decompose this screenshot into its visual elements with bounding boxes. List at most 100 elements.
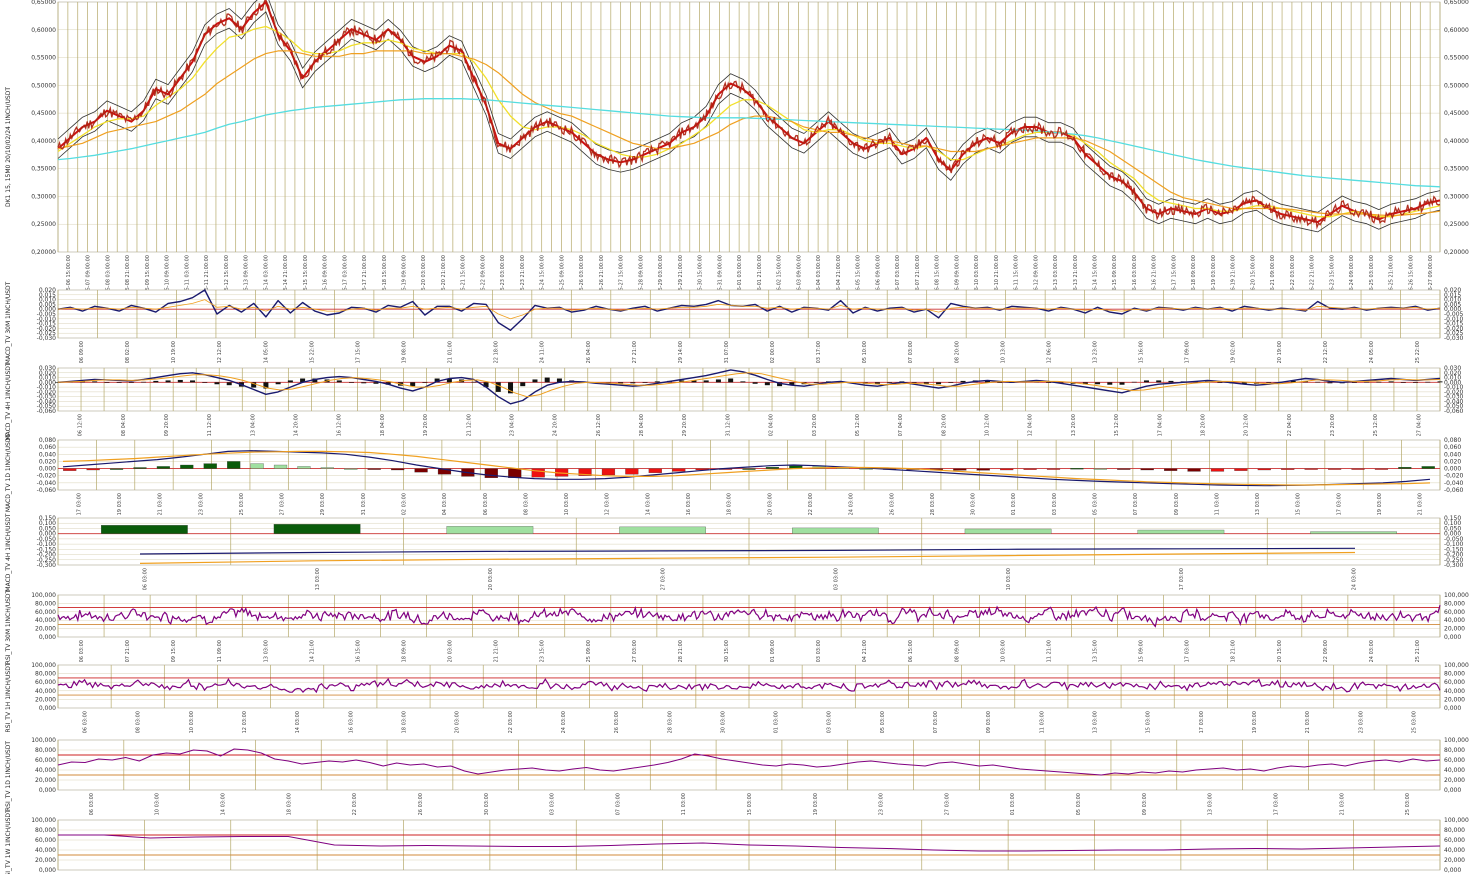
x-tick-label: 13 04:00	[250, 414, 256, 436]
y-tick-right: 20,000	[1444, 696, 1465, 703]
histogram-bar	[619, 526, 706, 534]
x-tick-label: 22 03:00	[352, 793, 358, 815]
x-tick-label: 26 03:00	[418, 793, 424, 815]
x-tick-label: 06 03:00	[483, 493, 489, 515]
x-tick-label: 15 09:00	[1139, 640, 1145, 662]
x-tick-label: 05 12:00	[855, 414, 861, 436]
x-tick-label: 28 03:00	[930, 493, 936, 515]
y-tick-right: 0,30000	[1444, 193, 1469, 200]
x-tick-label: 03 03:00	[833, 568, 839, 590]
x-tick-label: 17 03:00	[76, 493, 82, 515]
x-tick-label: 07 21:00	[125, 640, 131, 662]
y-tick-left: 80,000	[35, 600, 56, 607]
x-tick-label: 02 00:00	[770, 341, 776, 363]
y-tick-left: 80,000	[35, 827, 56, 834]
x-tick-label: 03 17:00	[816, 341, 822, 363]
y-tick-right: 0,45000	[1444, 110, 1469, 117]
y-tick-right: 0,040	[1444, 451, 1461, 458]
panel-side-label: MACD_TV 30M 1INCH/USDT	[5, 281, 12, 364]
x-tick-label: 01 03:00	[1011, 493, 1017, 515]
y-tick-left: 0,45000	[31, 110, 56, 117]
panel-side-label: RSI_TV 1W 1INCH/USDT	[5, 809, 12, 874]
x-tick-label: 05 03:00	[1076, 793, 1082, 815]
histogram-bar	[1217, 382, 1223, 383]
y-tick-right: 0,020	[1444, 458, 1461, 465]
x-tick-label: 09 20:00	[164, 414, 170, 436]
y-tick-right: 60,000	[1444, 757, 1465, 764]
x-tick-label: 22 04:00	[1287, 414, 1293, 436]
y-tick-left: 40,000	[35, 847, 56, 854]
histogram-bar	[1164, 468, 1178, 471]
histogram-bar	[1143, 380, 1149, 383]
histogram-bar	[202, 382, 208, 383]
y-tick-left: 80,000	[35, 747, 56, 754]
histogram-bar	[104, 382, 110, 383]
histogram-bar	[336, 380, 342, 383]
x-tick-label: 14 20:00	[294, 414, 300, 436]
y-tick-right: 60,000	[1444, 837, 1465, 844]
x-tick-label: 16 15:00	[355, 640, 361, 662]
x-tick-label: 17 03:00	[1199, 711, 1205, 733]
y-tick-right: 60,000	[1444, 679, 1465, 686]
x-tick-label: 24 03:00	[561, 711, 567, 733]
x-tick-label: 06 03:00	[142, 568, 148, 590]
x-tick-label: 07 03:00	[933, 711, 939, 733]
histogram-bar	[976, 468, 990, 471]
x-tick-label: 25 22:00	[1415, 341, 1421, 363]
x-tick-label: 01 03:00	[1010, 793, 1016, 815]
x-tick-label: 30 15:00	[724, 640, 730, 662]
y-tick-right: 80,000	[1444, 671, 1465, 678]
histogram-bar	[484, 468, 498, 479]
y-tick-left: 0,50000	[31, 82, 56, 89]
panel-side-label: MACD_TV 1D 1INCH/USDT	[5, 434, 12, 513]
histogram-bar	[177, 379, 183, 383]
x-tick-label: 12 03:00	[605, 493, 611, 515]
x-tick-label: 17 09:00	[1185, 341, 1191, 363]
x-tick-label: 25 09:00	[586, 640, 592, 662]
x-tick-label: 18 04:00	[380, 414, 386, 436]
x-tick-label: 06 12:00	[78, 414, 84, 436]
histogram-bar	[1398, 466, 1412, 469]
x-tick-label: 29 03:00	[320, 493, 326, 515]
y-tick-right: -0,060	[1444, 487, 1464, 494]
histogram-bar	[765, 466, 780, 469]
y-tick-right: 0,35000	[1444, 166, 1469, 173]
y-tick-left: 0,000	[39, 787, 56, 794]
histogram-bar	[227, 461, 241, 469]
histogram-bar	[471, 381, 477, 383]
x-tick-label: 26 03:00	[889, 493, 895, 515]
histogram-bar	[273, 524, 361, 534]
y-tick-right: 0,50000	[1444, 82, 1469, 89]
x-tick-label: 24 03:00	[849, 493, 855, 515]
histogram-bar	[742, 468, 756, 470]
x-tick-label: 08 20:00	[954, 341, 960, 363]
histogram-bar	[1093, 468, 1107, 470]
x-tick-label: 11 12:00	[207, 414, 213, 436]
x-tick-label: 27 04:00	[1416, 414, 1422, 436]
histogram-bar	[654, 381, 660, 383]
y-tick-right: 0,150	[1444, 515, 1461, 522]
histogram-bar	[141, 381, 147, 383]
histogram-bar	[997, 382, 1003, 383]
histogram-bar	[320, 467, 334, 469]
histogram-bar	[1000, 468, 1014, 471]
y-tick-left: 0,020	[39, 287, 56, 294]
histogram-bar	[1374, 468, 1389, 470]
histogram-bar	[792, 527, 879, 534]
x-tick-label: 27 03:00	[944, 793, 950, 815]
x-tick-label: 25 03:00	[1405, 793, 1411, 815]
histogram-bar	[116, 382, 122, 383]
x-tick-label: 08 20:00	[941, 414, 947, 436]
x-tick-label: 28 04:00	[639, 414, 645, 436]
histogram-bar	[953, 468, 967, 471]
x-tick-label: 29 20:00	[682, 414, 688, 436]
histogram-bar	[728, 378, 734, 383]
histogram-bar	[203, 463, 217, 469]
histogram-bar	[156, 466, 170, 469]
x-tick-label: 06 03:00	[79, 640, 85, 662]
histogram-bar	[1388, 381, 1394, 383]
histogram-bar	[1023, 468, 1037, 470]
x-tick-label: 20 03:00	[488, 568, 494, 590]
histogram-bar	[367, 468, 381, 470]
y-tick-right: 0,000	[1444, 466, 1461, 473]
